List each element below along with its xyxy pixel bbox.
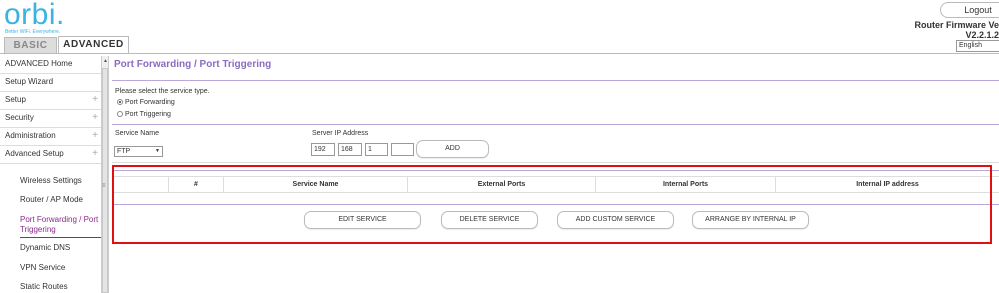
sidebar-subitem-static-routes[interactable]: Static Routes [20,282,105,292]
sidebar-item-administration[interactable]: Administration + [0,128,101,146]
language-select[interactable]: English [956,40,999,52]
section-divider [112,124,999,125]
header-divider [0,53,999,54]
sidebar-item-advanced-setup[interactable]: Advanced Setup + [0,146,101,164]
chevron-down-icon: ▼ [155,148,160,154]
sidebar-subitem-vpn-service[interactable]: VPN Service [20,263,105,273]
logout-button[interactable]: Logout [940,2,999,18]
form-divider [112,162,999,163]
ip-octet-1-input[interactable]: 192 [311,143,335,156]
server-ip-label: Server IP Address [312,130,369,137]
ip-octet-2-input[interactable]: 168 [338,143,362,156]
sidebar-item-advanced-home[interactable]: ADVANCED Home [0,56,101,74]
sidebar-item-setup[interactable]: Setup + [0,92,101,110]
sidebar-item-label: Administration [5,131,56,140]
radio-label-port-forwarding: Port Forwarding [125,99,175,106]
service-name-select[interactable]: FTP ▼ [114,146,163,157]
logo-text: orbi. [4,0,65,31]
sidebar-subitem-router-ap-mode[interactable]: Router / AP Mode [20,195,105,205]
expand-icon[interactable]: + [92,92,98,108]
firmware-version: V2.2.1.2 [965,30,999,40]
tab-advanced[interactable]: ADVANCED [58,36,129,53]
sidebar-item-label: Setup Wizard [5,77,54,86]
orbi-logo: orbi. Better WiFi. Everywhere. [4,0,65,35]
router-admin-page: orbi. Better WiFi. Everywhere. Logout Ro… [0,0,999,293]
scroll-grip-icon: ≡ [102,183,106,189]
logo-tagline: Better WiFi. Everywhere. [5,29,61,35]
sidebar-item-label: ADVANCED Home [5,59,73,68]
ip-octet-3-input[interactable]: 1 [365,143,388,156]
sidebar-subitem-dynamic-dns[interactable]: Dynamic DNS [20,243,105,253]
expand-icon[interactable]: + [92,128,98,144]
sidebar-item-security[interactable]: Security + [0,110,101,128]
sidebar-subitem-wireless-settings[interactable]: Wireless Settings [20,176,105,186]
sidebar-item-label: Security [5,113,34,122]
radio-label-port-triggering: Port Triggering [125,111,171,118]
sidebar-item-label: Setup [5,95,26,104]
sidebar-subitem-port-forwarding[interactable]: Port Forwarding / Port Triggering [20,215,105,238]
highlight-annotation-box [112,165,992,244]
sidebar-item-label: Advanced Setup [5,149,64,158]
add-button[interactable]: ADD [416,140,489,158]
ip-octet-4-input[interactable] [391,143,414,156]
service-name-label: Service Name [115,130,159,137]
radio-port-forwarding[interactable] [117,99,123,105]
expand-icon[interactable]: + [92,146,98,162]
tab-basic[interactable]: BASIC [4,37,57,53]
scroll-up-arrow-icon[interactable]: ▲ [103,58,108,64]
scroll-thumb[interactable] [102,68,108,293]
service-type-prompt: Please select the service type. [115,88,210,95]
title-divider [112,80,999,81]
expand-icon[interactable]: + [92,110,98,126]
sidebar-scrollbar[interactable]: ▲ ≡ [101,56,109,293]
page-title: Port Forwarding / Port Triggering [114,59,272,70]
sidebar-item-setup-wizard[interactable]: Setup Wizard [0,74,101,92]
radio-port-triggering[interactable] [117,111,123,117]
sidebar: ADVANCED Home Setup Wizard Setup + Securi… [0,56,105,293]
firmware-label: Router Firmware Version [914,20,999,30]
service-name-value: FTP [117,148,131,155]
